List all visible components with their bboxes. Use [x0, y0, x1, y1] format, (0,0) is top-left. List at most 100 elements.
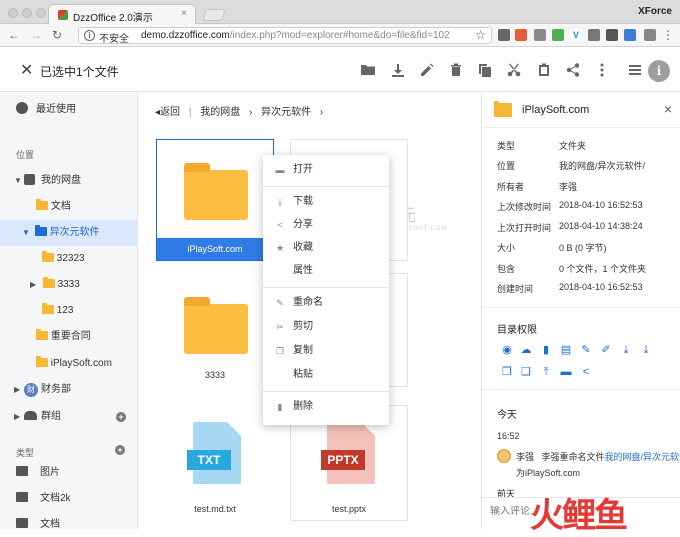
upload-perm-icon[interactable]: ⤒ [540, 366, 552, 378]
panel-close-icon[interactable]: × [664, 101, 672, 117]
window-close-dot[interactable] [8, 8, 18, 18]
profile-name[interactable]: XForce [638, 6, 672, 17]
tab-close-icon[interactable]: × [181, 8, 187, 19]
share-icon[interactable] [565, 62, 581, 78]
file-tile-txt[interactable]: TXT test.md.txt [156, 405, 274, 521]
sidebar-item-docs[interactable]: 文档 [0, 194, 137, 220]
sidebar-item-doctype[interactable]: 文档 [0, 512, 137, 529]
window-minimize-dot[interactable] [22, 8, 32, 18]
sidebar-item-finance[interactable]: ▶ 财财务部 [0, 377, 137, 403]
sidebar-item-docs2k[interactable]: 文档2k [0, 486, 137, 512]
caret-down-icon[interactable]: ▼ [14, 168, 24, 194]
caret-right-icon[interactable]: ▶ [14, 404, 24, 430]
divider [482, 307, 680, 308]
sidebar-item-3333[interactable]: ▶ 3333 [0, 272, 137, 298]
menu-item-label: 分享 [293, 219, 313, 230]
menu-item-copy[interactable]: ❐ 复制 [263, 340, 389, 362]
menu-item-delete[interactable]: ▮ 删除 [263, 396, 389, 418]
file-tile-3333[interactable]: 3333 [156, 273, 274, 387]
menu-item-download[interactable]: ⤓ 下载 [263, 191, 389, 213]
browser-menu-icon[interactable]: ⋮ [662, 29, 674, 41]
extension-android-icon[interactable] [552, 29, 564, 41]
prop-key: 上次打开时间 [497, 223, 552, 233]
edit-icon[interactable] [419, 62, 435, 78]
extension-store-icon[interactable] [588, 29, 600, 41]
menu-item-properties[interactable]: 属性 [263, 260, 389, 282]
download-perm-icon[interactable]: ⤓ [620, 344, 632, 356]
sidebar-item-recent[interactable]: 最近使用 [0, 97, 137, 123]
cut-icon[interactable] [506, 62, 522, 78]
breadcrumb-my-drive[interactable]: 我的网盘 [200, 107, 240, 118]
extension-cast-icon[interactable] [498, 29, 510, 41]
url-text[interactable]: demo.dzzoffice.com/index.php?mod=explore… [141, 30, 450, 41]
extension-pin-icon[interactable] [624, 29, 636, 41]
copy-icon[interactable] [477, 62, 493, 78]
share-perm-icon[interactable]: < [580, 366, 592, 378]
back-link[interactable]: ◂返回 [155, 107, 180, 118]
menu-item-label: 下载 [293, 196, 313, 207]
folder-perm-icon[interactable]: ▬ [560, 366, 572, 378]
site-info-icon[interactable]: i [84, 30, 95, 41]
extension-screenshot-icon[interactable] [534, 29, 546, 41]
window-zoom-dot[interactable] [36, 8, 46, 18]
bookmark-star-icon[interactable]: ☆ [475, 28, 486, 42]
view-perm-icon[interactable]: ◉ [501, 344, 513, 356]
caret-right-icon[interactable]: ▶ [30, 272, 40, 298]
sidebar-item-iplaysoft-folder[interactable]: ▼ 异次元软件 [0, 220, 137, 246]
doc-perm-icon[interactable]: ▤ [560, 344, 572, 356]
back-icon[interactable]: ← [8, 28, 20, 42]
address-bar[interactable]: i 不安全 demo.dzzoffice.com/index.php?mod=e… [78, 27, 492, 45]
folder-icon [36, 356, 48, 367]
reload-icon[interactable]: ↻ [52, 28, 62, 42]
copy2-perm-icon[interactable]: ❏ [520, 366, 532, 378]
download-icon: ⤓ [278, 197, 282, 207]
caret-down-icon[interactable]: ▼ [22, 220, 32, 246]
activity-user[interactable]: 李强 [516, 452, 534, 462]
forward-icon[interactable]: → [30, 28, 42, 42]
menu-item-favorite[interactable]: ★ 收藏 [263, 237, 389, 259]
file-badge: TXT [187, 450, 231, 470]
download-icon[interactable] [390, 62, 406, 78]
list-view-icon[interactable] [627, 62, 643, 78]
close-selection-icon[interactable]: ✕ [20, 60, 33, 80]
add-group-icon[interactable]: + [116, 412, 126, 422]
breadcrumb-current[interactable]: 异次元软件 [261, 107, 311, 118]
caret-right-icon[interactable]: ▶ [14, 377, 24, 403]
delete-perm-icon[interactable]: ▮ [540, 344, 552, 356]
menu-divider [263, 186, 389, 187]
menu-item-paste[interactable]: 粘贴 [263, 364, 389, 386]
extension-bar-icon[interactable] [644, 29, 656, 41]
menu-item-share[interactable]: < 分享 [263, 214, 389, 236]
sidebar-item-images[interactable]: 图片 [0, 460, 137, 486]
cloud-perm-icon[interactable]: ☁ [520, 344, 532, 356]
add-type-icon[interactable]: + [115, 445, 125, 455]
menu-item-rename[interactable]: ✎ 重命名 [263, 292, 389, 314]
paste-icon[interactable] [536, 62, 552, 78]
more-icon[interactable] [594, 62, 610, 78]
copy-perm-icon[interactable]: ❐ [501, 366, 513, 378]
menu-item-cut[interactable]: ✂ 剪切 [263, 316, 389, 338]
extension-v-icon[interactable]: V [570, 29, 582, 41]
menu-item-open[interactable]: ▬ 打开 [263, 159, 389, 181]
browser-tab[interactable]: DzzOffice 2.0演示 × [48, 4, 196, 25]
sidebar-item-my-drive[interactable]: ▼ 我的网盘 [0, 168, 137, 194]
extension-mail-icon[interactable] [515, 29, 527, 41]
new-tab-button[interactable] [202, 9, 226, 21]
menu-item-label: 删除 [293, 401, 313, 412]
sidebar-item-groups[interactable]: ▶ 群组 + [0, 404, 137, 430]
folder-icon[interactable] [360, 62, 376, 78]
extension-sync-icon[interactable] [606, 29, 618, 41]
sidebar-item-contracts[interactable]: 重要合同 [0, 324, 137, 350]
delete-icon[interactable] [448, 62, 464, 78]
edit-perm-icon[interactable]: ✎ [580, 344, 592, 356]
download2-perm-icon[interactable]: ⤓ [640, 344, 652, 356]
info-icon[interactable]: i [648, 60, 670, 82]
breadcrumb-sep: | [188, 107, 192, 118]
sidebar-item-32323[interactable]: 32323 [0, 246, 137, 272]
activity-link[interactable]: 我的网盘/异次元软件/123 [605, 452, 680, 462]
sidebar-item-123[interactable]: 123 [0, 298, 137, 324]
file-tile-iplaysoft[interactable]: iPlaySoft.com [156, 139, 274, 261]
edit2-perm-icon[interactable]: ✐ [600, 344, 612, 356]
prop-key: 包含 [497, 264, 516, 274]
sidebar-item-iplaysoft[interactable]: iPlaySoft.com [0, 351, 137, 377]
